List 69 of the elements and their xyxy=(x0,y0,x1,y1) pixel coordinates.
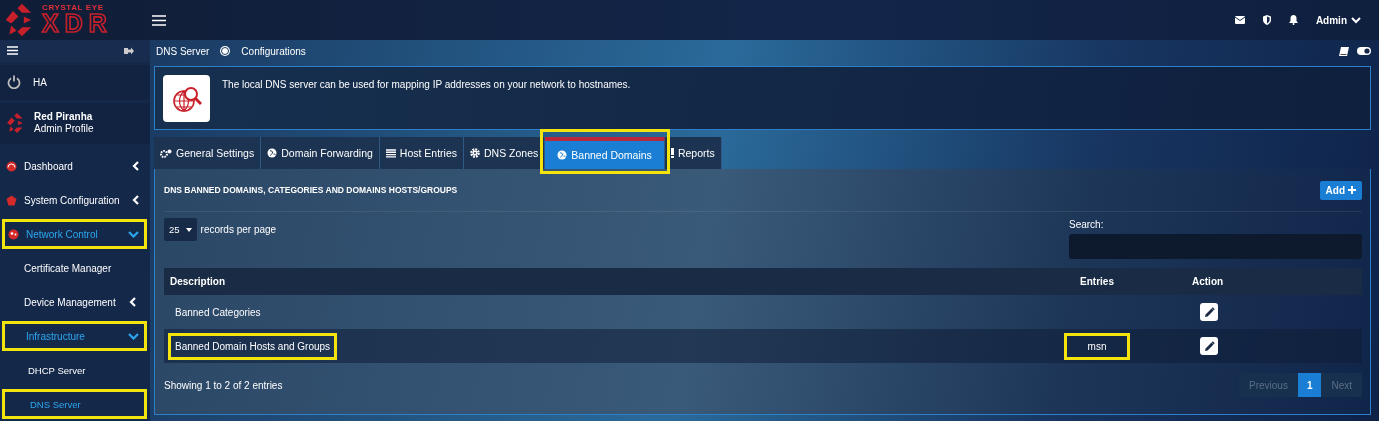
globe-icon xyxy=(267,148,278,158)
profile-role: Admin Profile xyxy=(34,123,94,136)
search-label: Search: xyxy=(1069,219,1105,230)
plus-icon xyxy=(1348,186,1356,194)
tab[interactable]: DNS Zones xyxy=(464,137,546,169)
page-size-label: records per page xyxy=(200,224,277,235)
power-icon[interactable] xyxy=(7,75,21,90)
list-icon xyxy=(385,148,396,158)
breadcrumb-item[interactable]: DNS Server xyxy=(156,45,210,57)
bell-icon[interactable] xyxy=(1288,15,1298,25)
chevron-left-icon[interactable] xyxy=(132,195,139,205)
menu-icon[interactable] xyxy=(152,14,166,26)
globe-icon xyxy=(557,150,568,160)
mail-icon[interactable] xyxy=(1234,16,1245,24)
exclamation-icon xyxy=(670,148,674,158)
page-size-dropdown[interactable]: 25 xyxy=(164,218,197,241)
column-header: Action xyxy=(1192,276,1225,287)
search-field[interactable] xyxy=(1069,234,1362,259)
sidebar-item[interactable]: DHCP Server xyxy=(28,364,147,376)
user-menu[interactable]: Admin xyxy=(1315,14,1361,26)
add-button[interactable]: Add xyxy=(1319,180,1362,200)
tab[interactable]: Domain Forwarding xyxy=(261,137,380,169)
tab[interactable]: Banned Domains xyxy=(545,137,665,169)
pencil-icon xyxy=(1203,340,1215,352)
chevron-left-icon[interactable] xyxy=(128,297,136,307)
brand-tagline: CRYSTAL EYE xyxy=(42,4,105,12)
edit-button[interactable] xyxy=(1200,337,1218,355)
tab[interactable]: Host Entries xyxy=(379,137,465,169)
sidebar-item[interactable]: DNS Server xyxy=(30,398,147,410)
ha-label: HA xyxy=(33,76,47,88)
menu-icon[interactable] xyxy=(7,46,18,56)
sidebar-item[interactable]: System Configuration xyxy=(6,194,147,206)
chevron-down-icon[interactable] xyxy=(128,332,139,340)
caret-icon xyxy=(185,227,192,232)
chevron-down-icon xyxy=(1351,16,1361,24)
shield-icon[interactable] xyxy=(1262,15,1271,25)
column-header: Description xyxy=(169,276,226,287)
gears-icon xyxy=(160,148,172,158)
entries-summary: Showing 1 to 2 of 2 entries xyxy=(164,379,283,391)
dns-logo xyxy=(163,75,210,122)
separator-icon xyxy=(221,47,230,55)
table-cell: msn xyxy=(1065,334,1129,358)
sidebar-item[interactable]: Certificate Manager xyxy=(24,262,147,274)
breadcrumb-item: Configurations xyxy=(241,45,306,57)
tab[interactable]: General Settings xyxy=(154,137,262,169)
sidebar-item[interactable]: Infrastructure xyxy=(26,330,147,342)
tab[interactable]: Reports xyxy=(664,137,722,169)
page-button[interactable]: 1 xyxy=(1297,373,1322,397)
table-cell: Banned Domain Hosts and Groups xyxy=(170,334,336,358)
edit-button[interactable] xyxy=(1200,303,1218,321)
sidebar-item[interactable]: Network Control xyxy=(8,228,147,240)
gauge-icon xyxy=(6,160,17,172)
toggle-icon[interactable] xyxy=(1357,47,1371,55)
sidebar-item[interactable]: Device Management xyxy=(24,296,147,308)
description-text: The local DNS server can be used for mapping IP addresses on your network to hostnames. xyxy=(222,79,631,90)
pentagon-icon xyxy=(6,194,17,206)
column-header: Entries xyxy=(1079,276,1115,287)
network-icon xyxy=(8,228,19,240)
table-cell-text: Banned Categories xyxy=(174,305,262,320)
sidebar-item[interactable]: Dashboard xyxy=(6,160,147,172)
brand-name: XDR xyxy=(42,11,113,36)
book-icon[interactable] xyxy=(1339,46,1349,56)
gear-icon xyxy=(470,148,481,158)
chevron-down-icon[interactable] xyxy=(128,230,139,238)
panel-title: DNS BANNED DOMAINS, CATEGORIES AND DOMAINS HOSTS/GROUPS xyxy=(164,185,458,195)
chevron-left-icon[interactable] xyxy=(132,161,139,171)
sign-out-icon[interactable] xyxy=(124,46,134,55)
pencil-icon xyxy=(1203,306,1215,318)
profile-name: Red Piranha xyxy=(34,111,94,124)
